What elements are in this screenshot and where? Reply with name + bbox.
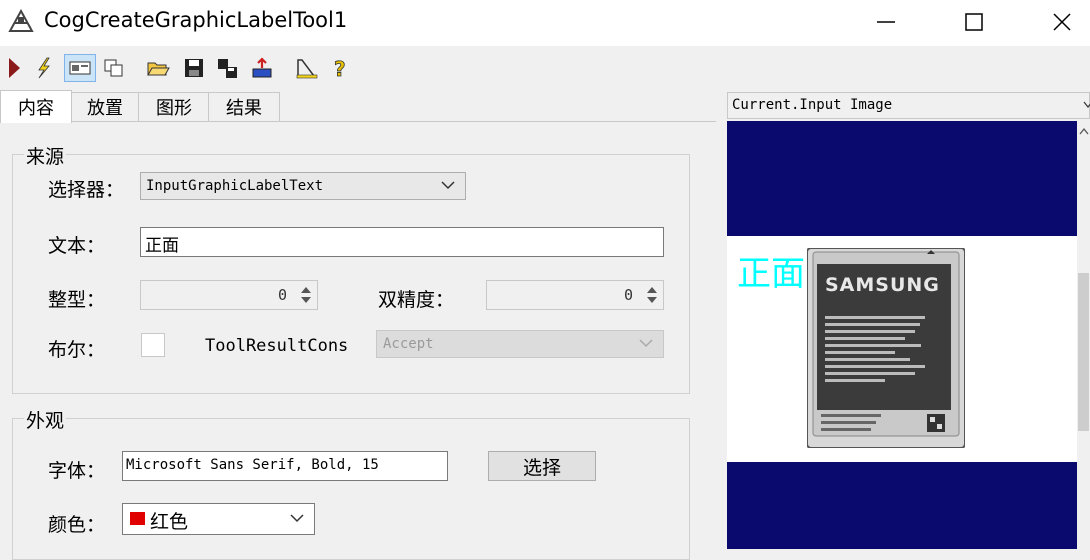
reset-button[interactable] bbox=[248, 54, 276, 82]
toolresult-label: ToolResultCons bbox=[205, 336, 349, 356]
text-input[interactable]: 正面 bbox=[140, 227, 664, 257]
select-font-button-label: 选择 bbox=[522, 456, 561, 479]
image-selector-value: Current.Input Image bbox=[732, 97, 893, 113]
save-copy-button[interactable] bbox=[214, 54, 242, 82]
maximize-icon bbox=[965, 13, 983, 31]
int-label: 整型： bbox=[48, 289, 106, 311]
battery-brand: SAMSUNG bbox=[825, 274, 940, 296]
font-display: Microsoft Sans Serif, Bold, 15 bbox=[122, 451, 448, 481]
font-label: 字体： bbox=[48, 460, 106, 482]
selector-dropdown[interactable]: InputGraphicLabelText bbox=[140, 172, 466, 200]
window-title: CogCreateGraphicLabelTool1 bbox=[44, 8, 348, 32]
close-button[interactable] bbox=[1040, 0, 1084, 44]
scrollbar-thumb[interactable] bbox=[1078, 273, 1089, 431]
save-button[interactable] bbox=[180, 54, 208, 82]
double-label: 双精度： bbox=[378, 289, 455, 311]
chevron-down-icon bbox=[290, 514, 304, 523]
minimize-button[interactable] bbox=[864, 0, 908, 44]
double-value: 0 bbox=[623, 286, 633, 304]
image-selector-dropdown[interactable]: Current.Input Image bbox=[727, 92, 1090, 119]
text-input-value: 正面 bbox=[145, 236, 179, 256]
appearance-group bbox=[12, 418, 690, 560]
open-button[interactable] bbox=[144, 54, 172, 82]
font-value: Microsoft Sans Serif, Bold, 15 bbox=[126, 457, 379, 473]
chevron-down-icon bbox=[441, 181, 455, 190]
show-ui-button[interactable] bbox=[64, 54, 96, 82]
image-display[interactable]: SAMSUNG 正面 bbox=[727, 121, 1077, 549]
toolresult-value: Accept bbox=[383, 336, 434, 352]
spin-arrows-icon bbox=[647, 287, 657, 303]
bool-checkbox[interactable] bbox=[141, 333, 165, 357]
help-icon: ? bbox=[334, 57, 346, 80]
tab-results[interactable]: 结果 bbox=[208, 92, 280, 121]
selector-value: InputGraphicLabelText bbox=[146, 178, 324, 194]
svg-text:?: ? bbox=[334, 57, 346, 80]
copy-window-button[interactable] bbox=[100, 54, 128, 82]
maximize-button[interactable] bbox=[952, 0, 996, 44]
selector-label: 选择器： bbox=[48, 179, 125, 201]
copy-window-icon bbox=[104, 59, 123, 77]
spin-arrows-icon bbox=[301, 287, 311, 303]
color-swatch bbox=[130, 512, 145, 525]
text-label: 文本： bbox=[48, 235, 106, 257]
tab-graphics[interactable]: 图形 bbox=[138, 92, 210, 121]
tab-placement[interactable]: 放置 bbox=[70, 92, 140, 121]
battery-image: SAMSUNG bbox=[806, 247, 966, 449]
title-bar: CogCreateGraphicLabelTool1 bbox=[0, 0, 1090, 46]
electric-run-button[interactable] bbox=[29, 54, 57, 82]
tab-content-label: 内容 bbox=[18, 98, 54, 119]
close-icon bbox=[1053, 13, 1071, 31]
bool-label: 布尔： bbox=[48, 339, 106, 361]
graphic-label-overlay: 正面 bbox=[737, 254, 805, 294]
color-label: 颜色： bbox=[48, 514, 106, 536]
help-button[interactable]: ? bbox=[326, 54, 354, 82]
chevron-down-icon bbox=[1083, 101, 1090, 108]
reset-icon bbox=[252, 57, 272, 78]
int-stepper[interactable]: 0 bbox=[140, 280, 318, 310]
save-copy-icon bbox=[218, 59, 237, 78]
tab-graphics-label: 图形 bbox=[156, 98, 192, 119]
appearance-group-title: 外观 bbox=[24, 406, 67, 433]
run-button[interactable] bbox=[0, 54, 28, 82]
minimize-icon bbox=[877, 21, 895, 23]
scroll-up-icon[interactable] bbox=[1079, 127, 1089, 135]
run-icon bbox=[9, 58, 20, 78]
color-value: 红色 bbox=[150, 511, 189, 533]
save-icon bbox=[185, 59, 203, 77]
image-tool-icon bbox=[296, 59, 318, 79]
select-font-button[interactable]: 选择 bbox=[488, 451, 596, 481]
tab-placement-label: 放置 bbox=[87, 98, 123, 119]
chevron-down-icon bbox=[639, 339, 653, 348]
tab-results-label: 结果 bbox=[226, 98, 262, 119]
image-scrollbar[interactable] bbox=[1077, 121, 1090, 549]
color-dropdown[interactable]: 红色 bbox=[122, 503, 315, 535]
electric-run-icon bbox=[38, 57, 50, 79]
source-group-title: 来源 bbox=[24, 142, 67, 169]
app-icon bbox=[8, 8, 34, 33]
tab-content[interactable]: 内容 bbox=[0, 90, 72, 123]
open-icon bbox=[147, 62, 170, 76]
show-ui-icon bbox=[69, 61, 91, 75]
int-value: 0 bbox=[277, 286, 287, 304]
toolbar: ? bbox=[0, 50, 1090, 88]
double-stepper[interactable]: 0 bbox=[486, 280, 664, 310]
image-tool-button[interactable] bbox=[292, 54, 320, 82]
toolresult-dropdown[interactable]: Accept bbox=[376, 330, 664, 358]
